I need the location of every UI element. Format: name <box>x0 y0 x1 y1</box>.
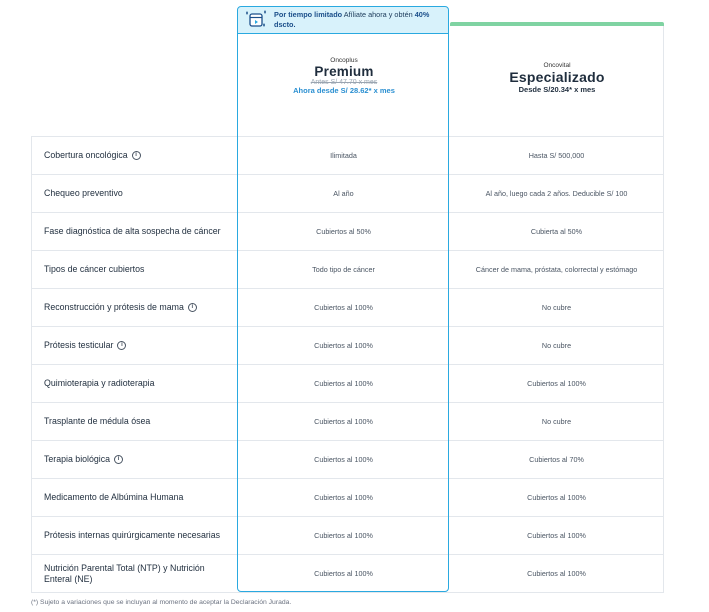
specialized-value: Cubiertos al 100% <box>450 365 664 402</box>
row-label: Quimioterapia y radioterapia <box>31 365 237 402</box>
specialized-value: Hasta S/ 500,000 <box>450 137 664 174</box>
specialized-value: Cubiertos al 70% <box>450 441 664 478</box>
table-row: Prótesis internas quirúrgicamente necesa… <box>31 517 664 555</box>
premium-value: Cubiertos al 100% <box>314 454 373 464</box>
premium-value: Cubiertos al 100% <box>314 568 373 578</box>
premium-value: Ilimitada <box>330 150 357 160</box>
premium-value: Cubiertos al 100% <box>314 530 373 540</box>
row-label: Nutrición Parental Total (NTP) y Nutrici… <box>31 555 237 592</box>
specialized-header: Oncovital Especializado Desde S/20.34* x… <box>450 62 664 94</box>
row-label-text: Tipos de cáncer cubiertos <box>44 264 145 275</box>
premium-old-price: Antes S/ 47.70 x mes <box>310 79 378 86</box>
row-label-text: Chequeo preventivo <box>44 188 123 199</box>
promo-text: Por tiempo limitado Afíliate ahora y obt… <box>274 10 448 30</box>
table-row: Trasplante de médula ósea Cubiertos al 10… <box>31 403 664 441</box>
premium-value: Al año <box>333 188 354 198</box>
info-icon[interactable]: i <box>187 303 197 312</box>
comparison-table: Cobertura oncológica i Ilimitada Hasta S/ 5… <box>31 136 664 593</box>
specialized-value: Cáncer de mama, próstata, colorrectal y … <box>450 251 664 288</box>
row-label: Fase diagnóstica de alta sospecha de cán… <box>31 213 237 250</box>
row-label-text: Terapia biológica <box>44 454 111 465</box>
row-label: Terapia biológica i <box>31 441 237 478</box>
specialized-value: Cubiertos al 100% <box>450 517 664 554</box>
row-label-text: Cobertura oncológica <box>44 150 128 161</box>
row-label-text: Trasplante de médula ósea <box>44 416 151 427</box>
row-label: Cobertura oncológica i <box>31 137 237 174</box>
table-row: Tipos de cáncer cubiertos Todo tipo de cá… <box>31 251 664 289</box>
table-row: Nutrición Parental Total (NTP) y Nutrici… <box>31 555 664 593</box>
footnote: (*) Sujeto a variaciones que se incluyan… <box>31 599 292 606</box>
premium-value: Cubiertos al 100% <box>314 416 373 426</box>
specialized-value: No cubre <box>450 403 664 440</box>
premium-value: Cubiertos al 100% <box>314 340 373 350</box>
row-label: Trasplante de médula ósea <box>31 403 237 440</box>
row-label: Prótesis internas quirúrgicamente necesa… <box>31 517 237 554</box>
row-label-text: Prótesis internas quirúrgicamente necesa… <box>44 530 221 541</box>
info-icon[interactable]: i <box>117 341 127 350</box>
promo-rest: Afíliate ahora y obtén <box>342 10 415 19</box>
table-row: Medicamento de Albúmina Humana Cubiertos … <box>31 479 664 517</box>
info-icon[interactable]: i <box>131 151 141 160</box>
row-label: Reconstrucción y prótesis de mama i <box>31 289 237 326</box>
row-label-text: Medicamento de Albúmina Humana <box>44 492 184 503</box>
table-row: Cobertura oncológica i Ilimitada Hasta S/ 5… <box>31 137 664 175</box>
info-icon[interactable]: i <box>114 455 124 464</box>
row-label: Medicamento de Albúmina Humana <box>31 479 237 516</box>
premium-brand: Oncoplus <box>330 57 358 64</box>
specialized-brand: Oncovital <box>543 62 571 69</box>
premium-value: Cubiertos al 50% <box>316 226 371 236</box>
specialized-name: Especializado <box>509 69 605 85</box>
premium-header: Oncoplus Premium Antes S/ 47.70 x mes Ah… <box>238 57 450 95</box>
specialized-value: No cubre <box>450 327 664 364</box>
specialized-value: Al año, luego cada 2 años. Deducible S/ … <box>450 175 664 212</box>
specialized-value: Cubiertos al 100% <box>450 479 664 516</box>
premium-price: Ahora desde S/ 28.62* x mes <box>293 86 395 95</box>
premium-value: Cubiertos al 100% <box>314 492 373 502</box>
premium-value: Todo tipo de cáncer <box>312 264 375 274</box>
calendar-clock-icon <box>244 9 268 31</box>
row-label: Chequeo preventivo <box>31 175 237 212</box>
table-row: Prótesis testicular i Cubiertos al 100% No … <box>31 327 664 365</box>
table-row: Fase diagnóstica de alta sospecha de cán… <box>31 213 664 251</box>
row-label-text: Nutrición Parental Total (NTP) y Nutrici… <box>44 563 205 584</box>
specialized-value: Cubierta al 50% <box>450 213 664 250</box>
table-row: Chequeo preventivo Al año Al año, luego ca… <box>31 175 664 213</box>
specialized-value: No cubre <box>450 289 664 326</box>
premium-name: Premium <box>314 64 374 79</box>
specialized-value: Cubiertos al 100% <box>450 555 664 592</box>
table-row: Reconstrucción y prótesis de mama i Cubier… <box>31 289 664 327</box>
row-label-text: Fase diagnóstica de alta sospecha de cán… <box>44 226 221 237</box>
row-label: Tipos de cáncer cubiertos <box>31 251 237 288</box>
promo-banner: Por tiempo limitado Afíliate ahora y obt… <box>238 7 448 34</box>
table-row: Terapia biológica i Cubiertos al 100% Cubie… <box>31 441 664 479</box>
row-label-text: Prótesis testicular <box>44 340 114 351</box>
table-row: Quimioterapia y radioterapia Cubiertos al… <box>31 365 664 403</box>
promo-highlight: Por tiempo limitado <box>274 10 343 19</box>
premium-value: Cubiertos al 100% <box>314 302 373 312</box>
row-label: Prótesis testicular i <box>31 327 237 364</box>
row-label-text: Reconstrucción y prótesis de mama <box>44 302 184 313</box>
row-label-text: Quimioterapia y radioterapia <box>44 378 155 389</box>
premium-value: Cubiertos al 100% <box>314 378 373 388</box>
specialized-price: Desde S/20.34* x mes <box>518 85 596 94</box>
